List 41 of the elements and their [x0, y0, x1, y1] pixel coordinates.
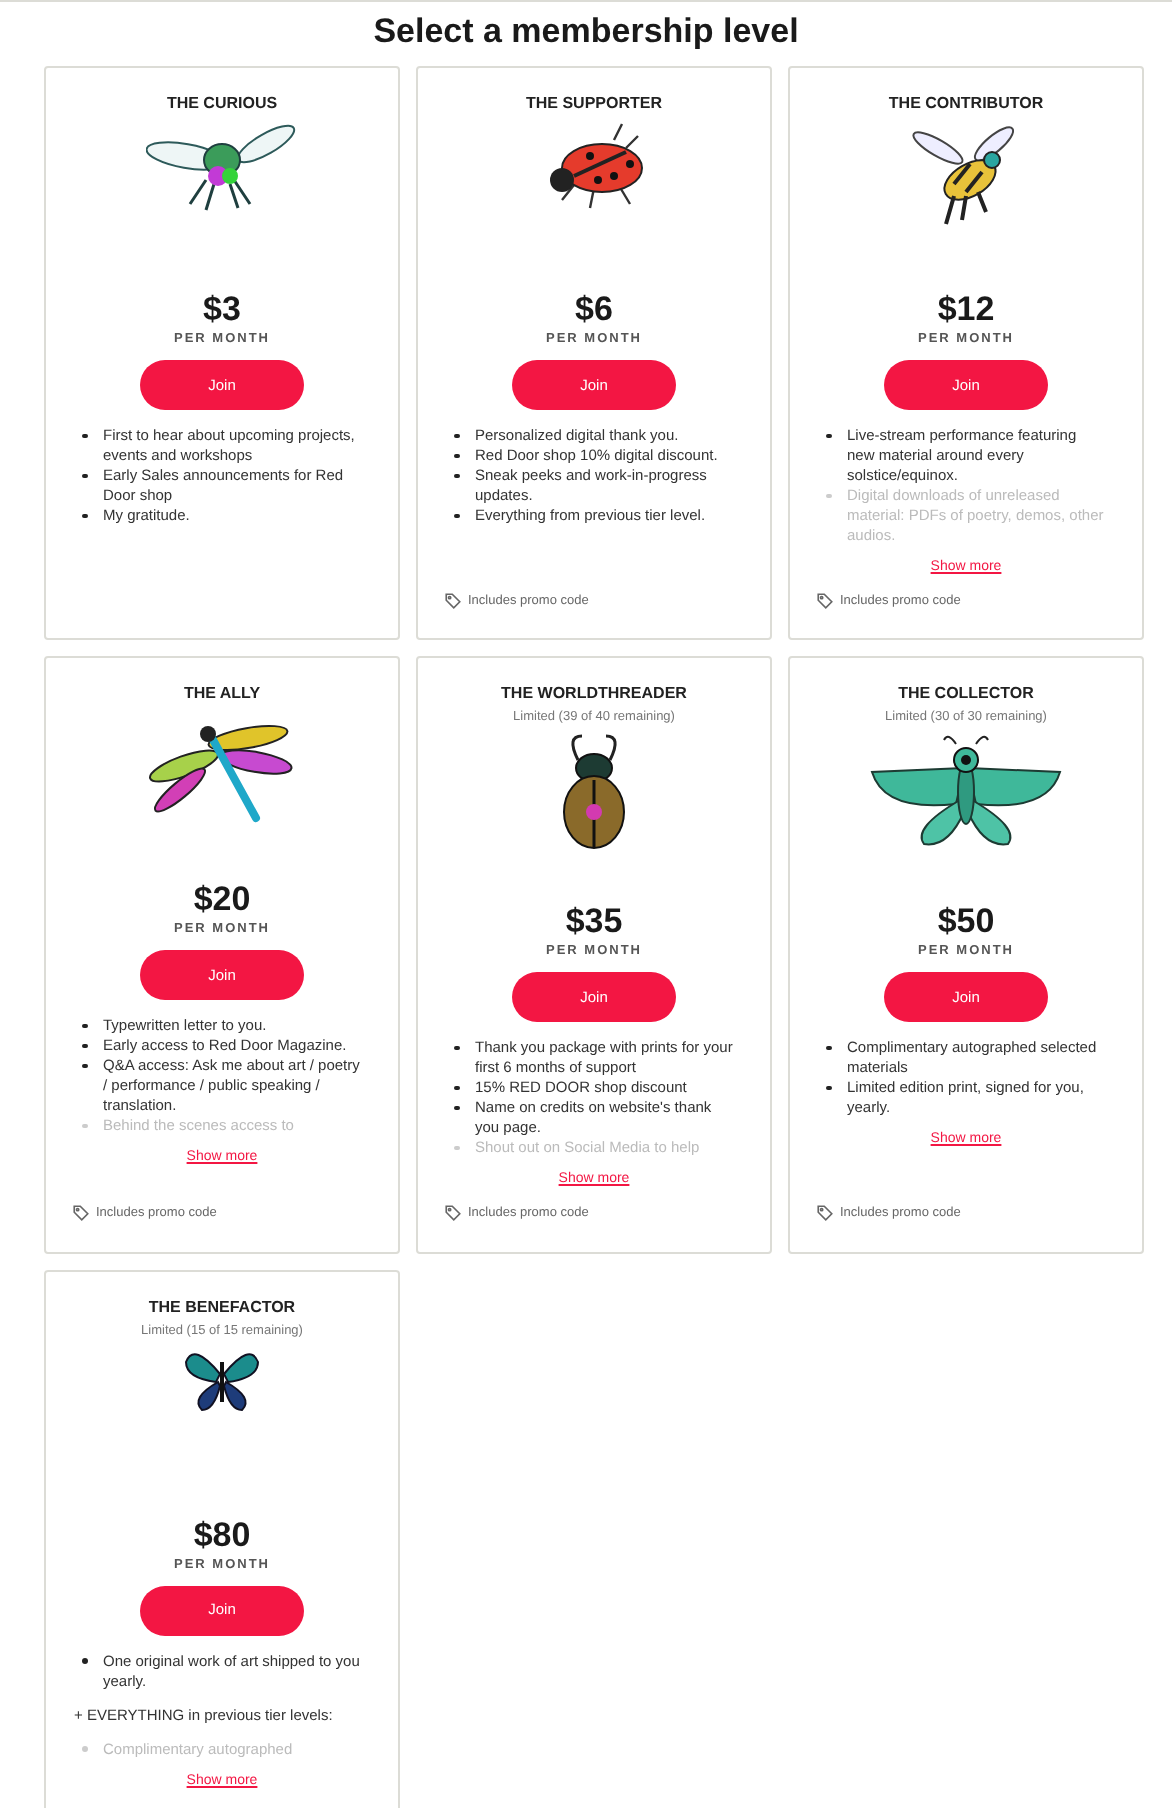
price: $80: [193, 1515, 251, 1555]
bullet-icon: [82, 1746, 87, 1751]
tag-icon: [444, 1204, 462, 1223]
price: $6: [575, 290, 613, 330]
price: $3: [203, 290, 241, 330]
tag-icon: [816, 591, 834, 610]
bullet-icon: [454, 1085, 459, 1091]
tier-name: THE CONTRIBUTOR: [888, 94, 1044, 114]
bullet-icon: [454, 433, 459, 438]
tier-name: THE COLLECTOR: [898, 684, 1034, 705]
page-title: Select a membership level: [371, 10, 801, 54]
tag-icon: [72, 1204, 90, 1223]
bullet-icon: [82, 1063, 87, 1069]
price: $12: [937, 290, 995, 330]
bullet-icon: [454, 1105, 459, 1111]
bullet-icon: [826, 493, 831, 498]
tier-name: THE SUPPORTER: [525, 94, 662, 114]
bullet-icon: [826, 433, 831, 438]
bullet-icon: [82, 1658, 87, 1663]
bullet-icon: [454, 473, 459, 478]
tier-name: THE BENEFACTOR: [148, 1297, 296, 1317]
bullet-icon: [82, 513, 87, 518]
tier-name: THE CURIOUS: [166, 94, 278, 114]
bullet-icon: [82, 433, 87, 438]
price: $50: [937, 902, 995, 943]
bullet-icon: [454, 513, 459, 518]
bullet-icon: [82, 1123, 87, 1129]
tier-name: THE ALLY: [183, 684, 261, 705]
bullet-icon: [454, 453, 459, 458]
bullet-icon: [826, 1085, 831, 1091]
price: $20: [193, 880, 251, 921]
bullet-icon: [82, 1023, 87, 1029]
bullet-icon: [454, 1145, 459, 1151]
tag-icon: [816, 1204, 834, 1223]
bullet-icon: [454, 1045, 459, 1051]
price: $35: [565, 902, 623, 943]
bullet-icon: [82, 473, 87, 478]
tier-name: THE WORLDTHREADER: [501, 684, 687, 705]
bullet-icon: [826, 1045, 831, 1051]
bullet-icon: [82, 1043, 87, 1049]
tag-icon: [444, 591, 462, 610]
